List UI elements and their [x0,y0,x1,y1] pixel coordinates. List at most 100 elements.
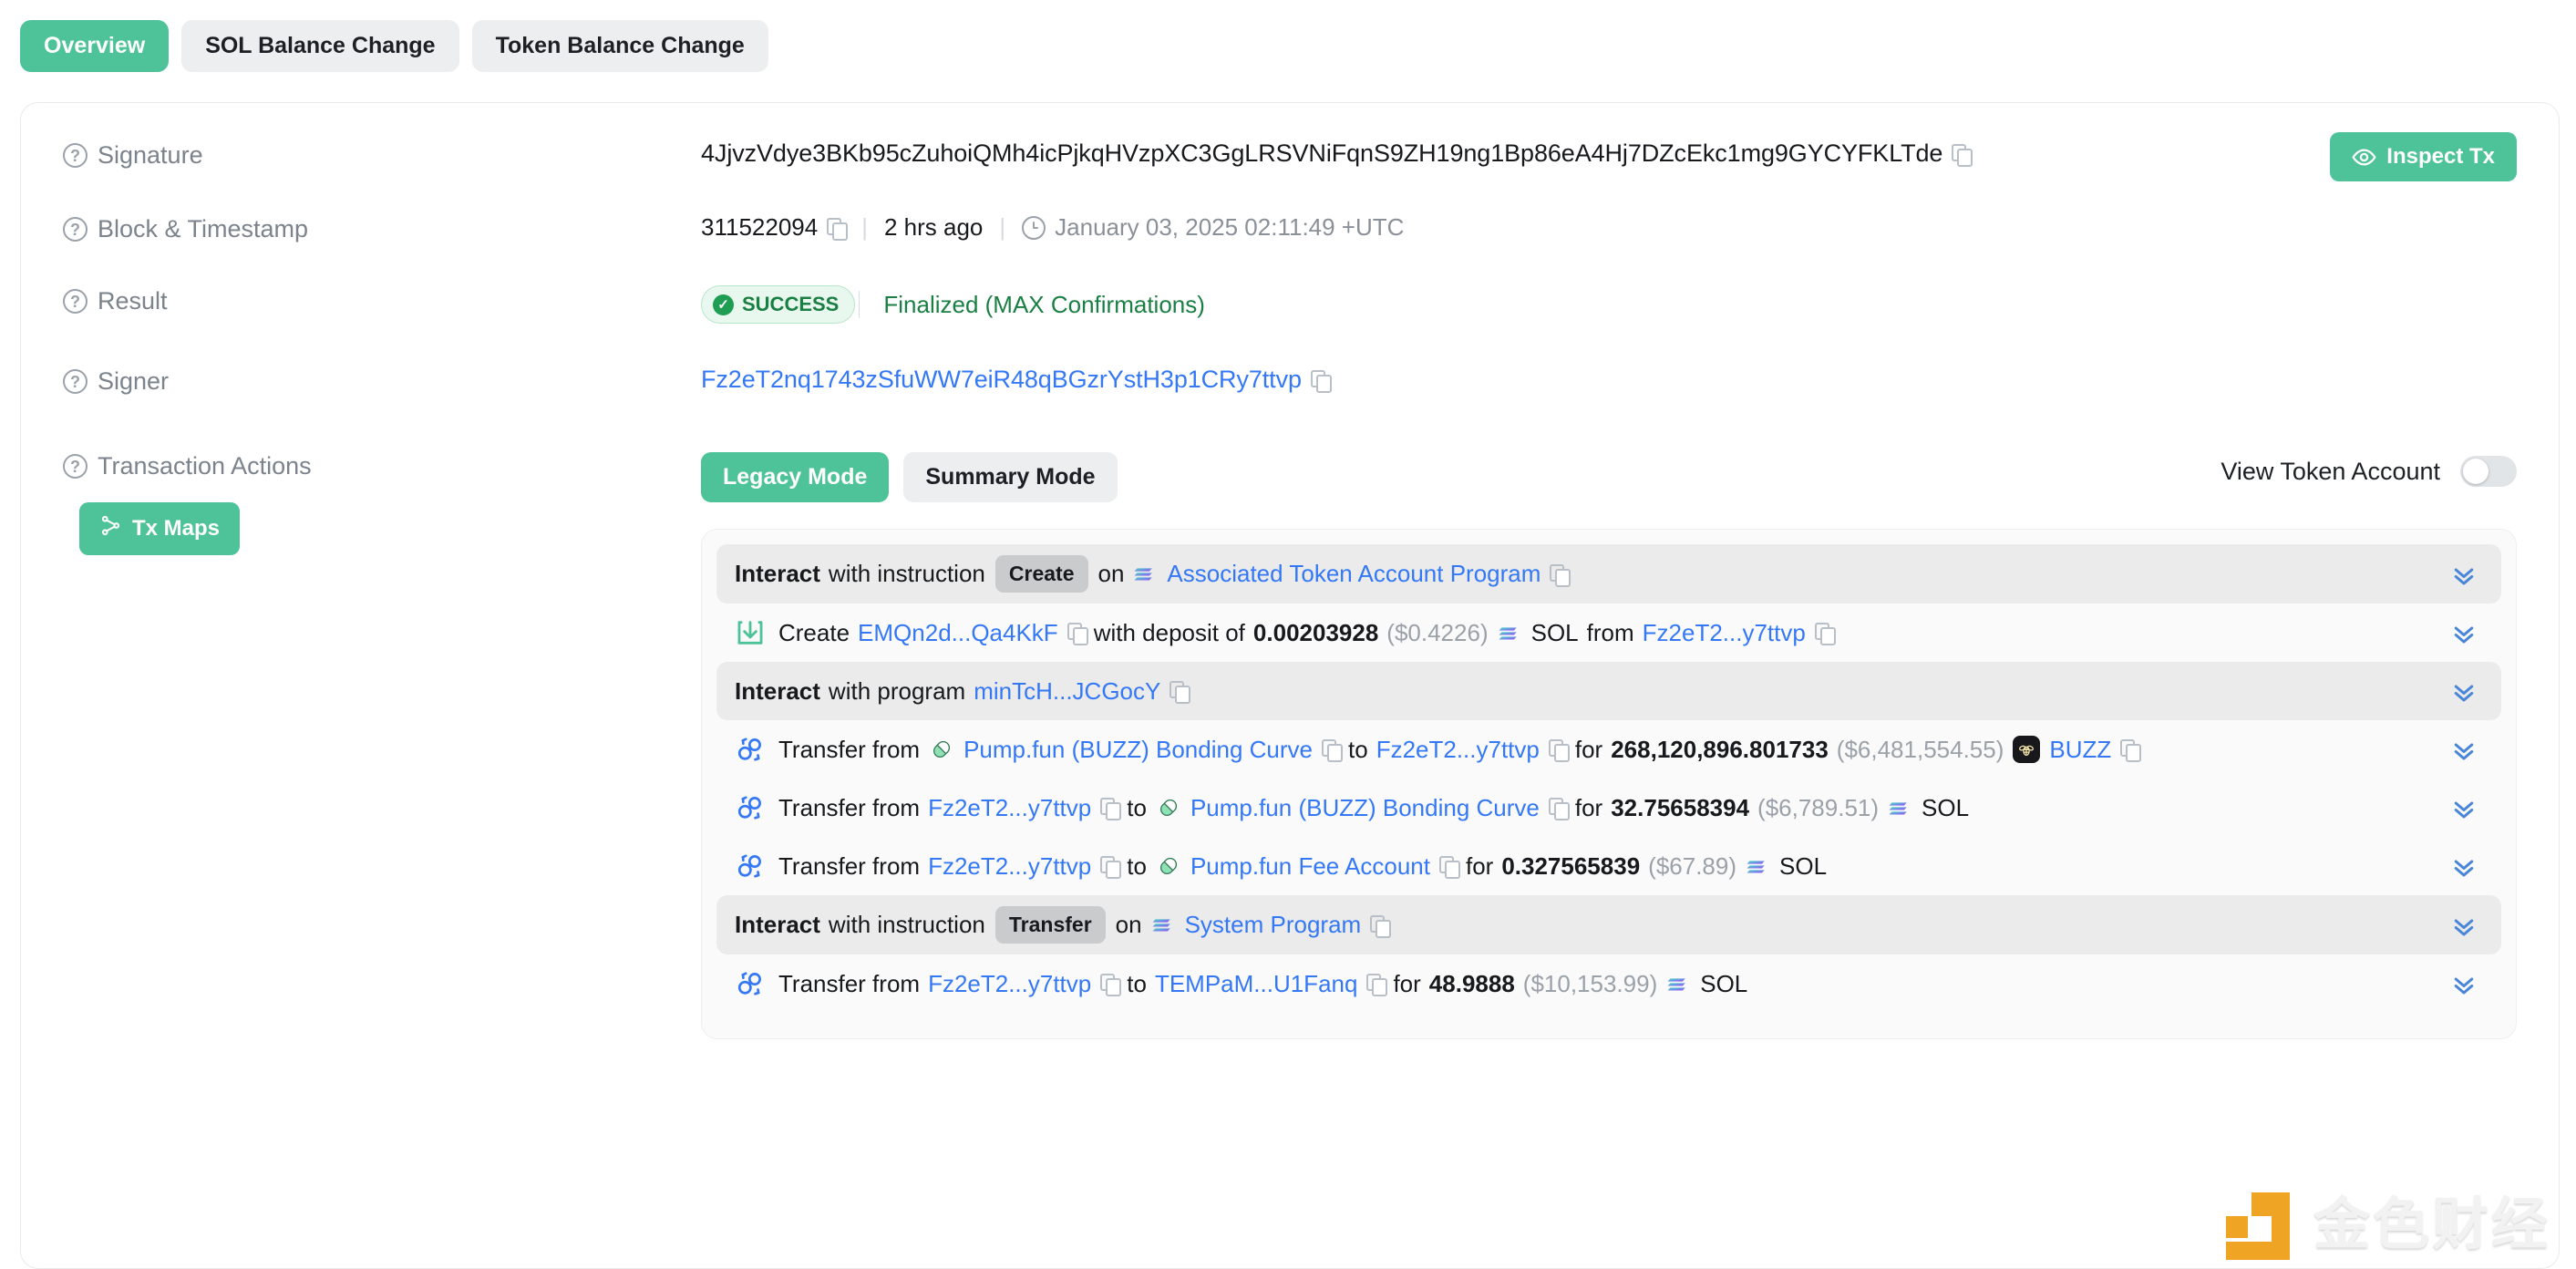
transfer-from-link[interactable]: Fz2eT2...y7ttvp [928,852,1091,881]
help-icon[interactable]: ? [63,289,88,314]
signer-address-link[interactable]: Fz2eT2nq1743zSfuWW7eiR48qBGzrYstH3p1CRy7… [701,366,1302,394]
expand-chevron-icon[interactable] [2450,852,2478,880]
tab-overview[interactable]: Overview [20,20,170,72]
from-label: from [1586,618,1634,646]
expand-chevron-icon[interactable] [2450,677,2478,705]
transaction-actions-label-group: ? Transaction Actions [63,450,701,480]
signature-label: Signature [98,141,203,169]
help-icon[interactable]: ? [63,217,88,242]
program-link[interactable]: minTcH...JCGocY [974,677,1160,706]
check-icon: ✓ [713,294,734,315]
download-icon [735,617,766,648]
transfer-from-link[interactable]: Fz2eT2...y7ttvp [928,970,1091,998]
inspect-tx-label: Inspect Tx [2386,144,2495,169]
expand-chevron-icon[interactable] [2450,794,2478,821]
solana-icon [1746,854,1770,879]
copy-to-icon[interactable] [1548,798,1570,820]
tab-token-balance-change[interactable]: Token Balance Change [471,20,768,72]
result-label: Result [98,287,168,315]
action-row-transfer-sol-bonding-curve[interactable]: Transfer from Fz2eT2...y7ttvp to Pump.fu… [716,779,2501,837]
copy-from-icon[interactable] [1100,974,1122,996]
help-icon[interactable]: ? [63,454,88,479]
transfer-token: SOL [1922,793,1970,821]
transfer-from-link[interactable]: Pump.fun (BUZZ) Bonding Curve [963,736,1313,764]
copy-from-icon[interactable] [1814,623,1836,645]
action-row-instruction-create[interactable]: Interact with instruction Create on Asso… [716,544,2501,604]
create-verb: Create [778,618,850,646]
toggle-knob [2463,459,2488,484]
solana-icon [1888,796,1912,820]
transfer-to-link[interactable]: Pump.fun (BUZZ) Bonding Curve [1190,794,1540,822]
transaction-actions-left: ? Transaction Actions Tx Maps [63,450,701,555]
solana-icon [1151,913,1176,937]
transfer-verb: Transfer from [778,969,921,997]
copy-token-icon[interactable] [2120,739,2142,762]
copy-to-icon[interactable] [1366,974,1388,996]
signature-row: ? Signature 4JjvzVdye3BKb95cZuhoiQMh4icP… [63,139,2517,170]
inspect-tx-button[interactable]: Inspect Tx [2330,132,2517,181]
action-row-instruction-transfer[interactable]: Interact with instruction Transfer on Sy… [716,895,2501,954]
copy-signer-icon[interactable] [1310,369,1332,393]
copy-to-icon[interactable] [1438,856,1460,879]
copy-from-icon[interactable] [1322,739,1343,762]
signature-label-group: ? Signature [63,139,701,170]
from-account-link[interactable]: Fz2eT2...y7ttvp [1643,619,1806,647]
instruction-prefix: with instruction [828,560,985,587]
action-row-transfer-sol-fee[interactable]: Transfer from Fz2eT2...y7ttvp to Pump.fu… [716,837,2501,895]
action-row-interact-program[interactable]: Interact with program minTcH...JCGocY [716,662,2501,720]
help-icon[interactable]: ? [63,369,88,394]
transfer-to-link[interactable]: TEMPaM...U1Fanq [1155,970,1358,998]
instruction-pill: Transfer [994,906,1106,944]
actions-list: Interact with instruction Create on Asso… [701,529,2517,1039]
solana-icon [1666,972,1691,996]
copy-program-icon[interactable] [1550,563,1571,587]
to-label: to [1127,851,1147,880]
copy-to-icon[interactable] [1548,739,1570,762]
status-badge: ✓ SUCCESS [701,285,856,324]
transfer-from-link[interactable]: Fz2eT2...y7ttvp [928,794,1091,822]
block-slot-link[interactable]: 311522094 [701,213,818,242]
expand-chevron-icon[interactable] [2450,561,2478,588]
transfer-verb: Transfer from [778,735,921,763]
program-link[interactable]: System Program [1185,911,1362,939]
divider: | [999,213,1006,241]
for-label: for [1574,793,1603,821]
transfer-to-link[interactable]: Fz2eT2...y7ttvp [1376,736,1540,764]
summary-mode-button[interactable]: Summary Mode [903,451,1118,502]
created-account-link[interactable]: EMQn2d...Qa4KkF [858,619,1058,647]
copy-block-icon[interactable] [827,217,849,241]
expand-chevron-icon[interactable] [2450,619,2478,646]
transaction-actions-right: Legacy Mode Summary Mode View Token Acco… [701,450,2517,1039]
copy-from-icon[interactable] [1100,856,1122,879]
signer-label: Signer [98,367,170,395]
copy-account-icon[interactable] [1066,623,1088,645]
transfer-to-link[interactable]: Pump.fun Fee Account [1190,852,1430,881]
buzz-icon [2013,736,2041,763]
eye-icon [2352,145,2376,170]
transfer-amount: 268,120,896.801733 [1611,735,1829,763]
copy-signature-icon[interactable] [1952,143,1973,167]
solana-icon [1133,562,1158,586]
view-token-account-toggle[interactable] [2460,456,2517,487]
help-icon[interactable]: ? [63,143,88,168]
transfer-token-link[interactable]: BUZZ [2049,736,2111,764]
copy-from-icon[interactable] [1100,798,1122,820]
expand-chevron-icon[interactable] [2450,912,2478,939]
copy-program-icon[interactable] [1370,914,1392,938]
expand-chevron-icon[interactable] [2450,736,2478,763]
transaction-detail-card: Inspect Tx ? Signature 4JjvzVdye3BKb95cZ… [20,102,2560,1269]
tab-sol-balance-change[interactable]: SOL Balance Change [181,20,459,72]
action-row-transfer-buzz[interactable]: Transfer from Pump.fun (BUZZ) Bonding Cu… [716,720,2501,779]
tx-maps-button[interactable]: Tx Maps [79,502,241,555]
solana-icon [1498,621,1522,645]
action-row-transfer-sol-tempam[interactable]: Transfer from Fz2eT2...y7ttvp to TEMPaM.… [716,954,2501,1013]
legacy-mode-button[interactable]: Legacy Mode [701,451,890,502]
divider: | [861,213,868,241]
expand-chevron-icon[interactable] [2450,970,2478,997]
transfer-token: SOL [1779,851,1828,880]
transfer-icon [735,968,766,999]
copy-program-icon[interactable] [1170,681,1191,704]
action-row-create-account[interactable]: Create EMQn2d...Qa4KkF with deposit of 0… [716,604,2501,662]
transfer-icon [735,851,766,882]
program-link[interactable]: Associated Token Account Program [1167,560,1540,588]
